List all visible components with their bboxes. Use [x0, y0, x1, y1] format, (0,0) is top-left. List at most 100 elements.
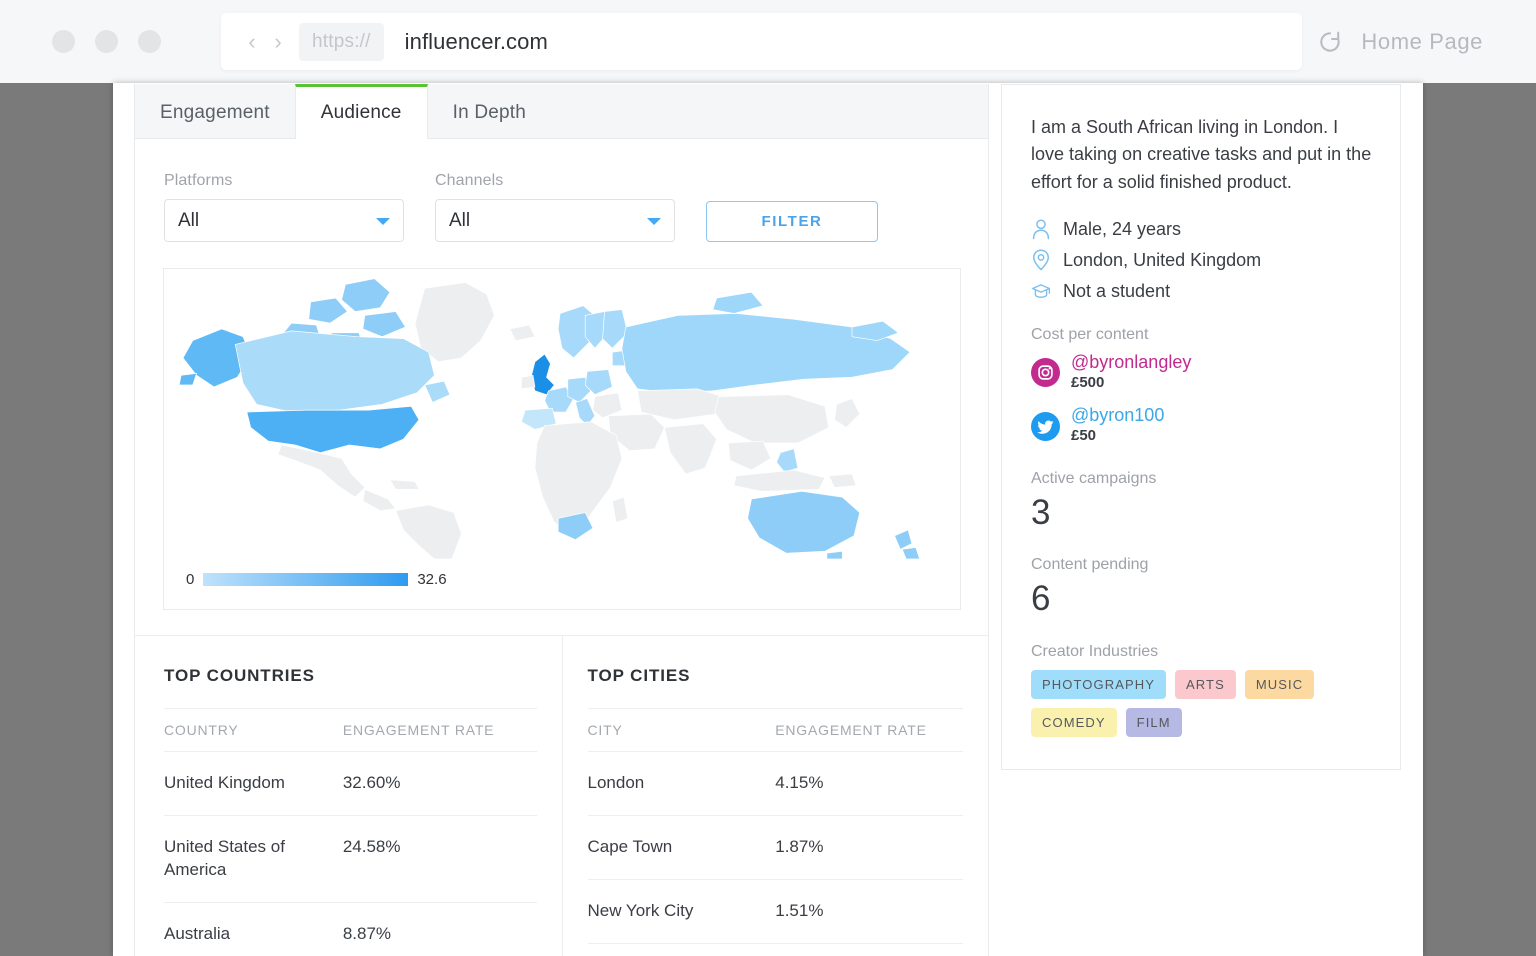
creator-gender-age-label: Male, 24 years — [1063, 218, 1182, 239]
top-cities-section: TOP CITIES CITY ENGAGEMENT RATE London 4… — [561, 636, 989, 956]
close-window-button[interactable] — [52, 30, 75, 53]
minimize-window-button[interactable] — [95, 30, 118, 53]
industry-tag-comedy[interactable]: COMEDY — [1031, 707, 1117, 737]
column-header-country: COUNTRY — [164, 708, 343, 752]
map-legend: 0 32.6 — [186, 571, 447, 588]
cell-engagement-rate: 8.87% — [342, 902, 537, 956]
address-bar[interactable]: ‹ › https:// influencer.com — [221, 13, 1302, 70]
cell-city: Melbourne — [587, 943, 776, 956]
platforms-label: Platforms — [164, 172, 233, 189]
filter-controls: Platforms All Channels All FILTER — [135, 139, 988, 242]
world-map-card: 0 32.6 — [163, 268, 961, 610]
chevron-down-icon[interactable] — [376, 217, 390, 225]
platforms-value: All — [178, 209, 200, 231]
tab-engagement[interactable]: Engagement — [135, 84, 295, 138]
table-row[interactable]: United Kingdom 32.60% — [164, 751, 537, 816]
table-header-row: COUNTRY ENGAGEMENT RATE — [164, 708, 537, 752]
creator-industries-label: Creator Industries — [1031, 642, 1159, 660]
content-pending-value: 6 — [1031, 579, 1051, 619]
chevron-down-icon[interactable] — [647, 217, 661, 225]
table-row[interactable]: Australia 8.87% — [164, 902, 537, 956]
channels-select[interactable]: All — [435, 199, 675, 242]
instagram-icon[interactable] — [1031, 358, 1060, 388]
cell-engagement-rate: 1.87% — [775, 815, 963, 880]
active-campaigns-label: Active campaigns — [1031, 469, 1157, 487]
creator-education-label: Not a student — [1063, 280, 1171, 301]
home-page-label: Home Page — [1361, 28, 1483, 54]
table-row[interactable]: United States of America 24.58% — [164, 815, 537, 903]
top-countries-section: TOP COUNTRIES COUNTRY ENGAGEMENT RATE Un… — [135, 636, 562, 956]
cell-engagement-rate: 1.51% — [775, 879, 963, 944]
instagram-price: £500 — [1071, 373, 1105, 391]
home-page-control[interactable]: Home Page — [1317, 0, 1483, 83]
top-cities-title: TOP CITIES — [587, 666, 691, 685]
column-header-engagement-rate: ENGAGEMENT RATE — [342, 708, 537, 752]
cell-city: London — [587, 751, 776, 816]
cell-country: Australia — [164, 902, 343, 956]
creator-industries-tags: PHOTOGRAPHY ARTS MUSIC COMEDY FILM — [1031, 669, 1372, 737]
legend-gradient-bar — [203, 573, 409, 586]
twitter-price: £50 — [1071, 427, 1097, 445]
creator-profile-card: I am a South African living in London. I… — [1001, 84, 1401, 770]
cell-engagement-rate: 4.15% — [775, 751, 963, 816]
creator-bio: I am a South African living in London. I… — [1031, 117, 1372, 192]
platforms-select[interactable]: All — [164, 199, 404, 242]
refresh-icon[interactable] — [1317, 29, 1343, 55]
url-scheme-chip: https:// — [299, 22, 384, 61]
industry-tag-photography[interactable]: PHOTOGRAPHY — [1031, 669, 1166, 699]
top-countries-table: COUNTRY ENGAGEMENT RATE United Kingdom 3… — [164, 708, 537, 956]
table-row[interactable]: New York City 1.51% — [587, 879, 963, 944]
top-countries-title: TOP COUNTRIES — [164, 666, 315, 685]
table-row[interactable]: London 4.15% — [587, 751, 963, 816]
tab-bar: Engagement Audience In Depth — [135, 84, 988, 139]
cell-engagement-rate: 32.60% — [342, 751, 537, 816]
filter-button[interactable]: FILTER — [706, 201, 878, 242]
page-canvas: Engagement Audience In Depth Platforms A… — [113, 83, 1423, 956]
column-header-engagement-rate: ENGAGEMENT RATE — [775, 708, 963, 752]
cell-city: Cape Town — [587, 815, 776, 880]
browser-chrome: ‹ › https:// influencer.com Home Page — [0, 0, 1536, 83]
table-row[interactable]: Melbourne 1.47% — [587, 943, 963, 956]
social-account-twitter[interactable]: @byron100 £50 — [1031, 406, 1372, 445]
maximize-window-button[interactable] — [138, 30, 161, 53]
channels-value: All — [449, 209, 471, 231]
cell-country: United States of America — [164, 815, 343, 903]
legend-max-label: 32.6 — [417, 571, 447, 588]
url-input[interactable]: influencer.com — [405, 29, 548, 55]
channels-label: Channels — [435, 172, 504, 189]
world-choropleth-map[interactable] — [164, 269, 960, 559]
cost-per-content-label: Cost per content — [1031, 326, 1149, 344]
table-header-row: CITY ENGAGEMENT RATE — [587, 708, 963, 752]
social-account-instagram[interactable]: @byronlangley £500 — [1031, 352, 1372, 392]
table-row[interactable]: Cape Town 1.87% — [587, 815, 963, 880]
platforms-field: Platforms All — [164, 172, 404, 242]
creator-location: London, United Kingdom — [1031, 249, 1372, 271]
legend-min-label: 0 — [186, 571, 195, 588]
creator-location-label: London, United Kingdom — [1063, 249, 1262, 270]
audience-panel: Engagement Audience In Depth Platforms A… — [134, 84, 989, 956]
twitter-handle[interactable]: @byron100 — [1071, 406, 1164, 426]
audience-tables: TOP COUNTRIES COUNTRY ENGAGEMENT RATE Un… — [135, 635, 988, 956]
window-traffic-lights — [52, 30, 161, 53]
graduation-cap-icon — [1031, 284, 1051, 298]
location-pin-icon — [1032, 249, 1050, 271]
industry-tag-film[interactable]: FILM — [1125, 707, 1182, 737]
person-icon — [1032, 219, 1050, 240]
twitter-icon[interactable] — [1031, 411, 1060, 441]
navigation-arrows: ‹ › — [243, 30, 287, 53]
column-header-city: CITY — [587, 708, 776, 752]
creator-education: Not a student — [1031, 280, 1372, 302]
back-icon[interactable]: ‹ — [243, 30, 261, 53]
industry-tag-arts[interactable]: ARTS — [1175, 669, 1236, 699]
instagram-handle[interactable]: @byronlangley — [1071, 352, 1191, 373]
tab-audience[interactable]: Audience — [294, 84, 428, 139]
cell-engagement-rate: 24.58% — [342, 815, 537, 903]
tab-in-depth[interactable]: In Depth — [428, 84, 551, 138]
active-campaigns-value: 3 — [1031, 492, 1051, 532]
industry-tag-music[interactable]: MUSIC — [1244, 669, 1315, 699]
top-cities-table: CITY ENGAGEMENT RATE London 4.15% Cape T… — [587, 708, 963, 956]
forward-icon[interactable]: › — [269, 30, 287, 53]
cell-engagement-rate: 1.47% — [775, 943, 963, 956]
cell-city: New York City — [587, 879, 776, 944]
cell-country: United Kingdom — [164, 751, 343, 816]
